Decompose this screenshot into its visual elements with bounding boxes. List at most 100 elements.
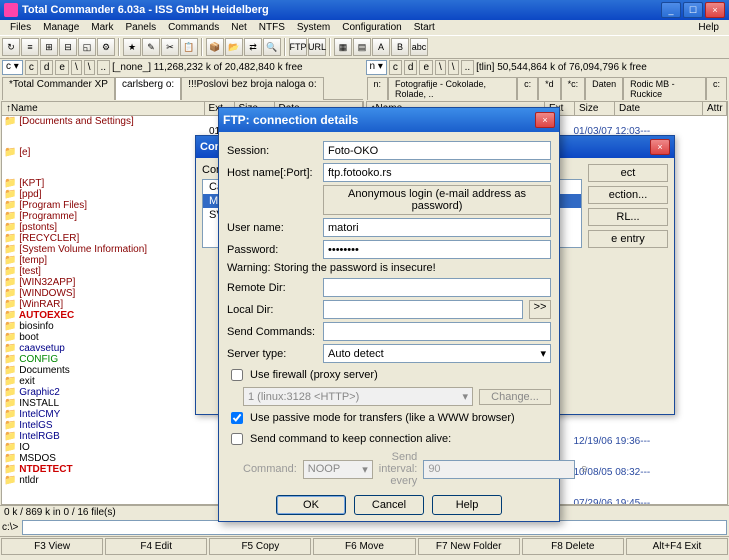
toolbar-btn[interactable]: ▦ — [334, 38, 352, 56]
menu-files[interactable]: Files — [4, 21, 37, 34]
f7-newfolder[interactable]: F7 New Folder — [418, 538, 520, 555]
col-attr[interactable]: Attr — [703, 102, 727, 115]
toolbar-btn[interactable]: ⊞ — [40, 38, 58, 56]
user-label: User name: — [227, 222, 317, 234]
toolbar-btn[interactable]: ⇄ — [244, 38, 262, 56]
drive-c[interactable]: c — [389, 60, 402, 75]
toolbar-btn[interactable]: ↻ — [2, 38, 20, 56]
minimize-button[interactable]: _ — [661, 2, 681, 18]
root-btn[interactable]: \ — [84, 60, 95, 75]
interval-input — [423, 460, 575, 479]
drive-e[interactable]: e — [419, 60, 433, 75]
toolbar-btn[interactable]: 🔍 — [263, 38, 281, 56]
ftp-close-button[interactable]: × — [535, 112, 555, 128]
help-button[interactable]: Help — [432, 495, 502, 515]
firewall-select: 1 (linux:3128 <HTTP>)▾ — [243, 387, 473, 406]
panel-tab[interactable]: c: — [517, 77, 538, 100]
password-input[interactable] — [323, 240, 551, 259]
drive-net[interactable]: \ — [435, 60, 446, 75]
menu-net[interactable]: Net — [225, 21, 253, 34]
connect-button-rl[interactable]: RL... — [588, 208, 668, 226]
browse-localdir-button[interactable]: >> — [529, 300, 551, 319]
panel-tab[interactable]: *Total Commander XP — [2, 77, 115, 100]
root-btn[interactable]: \ — [448, 60, 459, 75]
f3-view[interactable]: F3 View — [1, 538, 103, 555]
f5-copy[interactable]: F5 Copy — [209, 538, 311, 555]
menu-ntfs[interactable]: NTFS — [253, 21, 291, 34]
drive-d[interactable]: d — [40, 60, 54, 75]
ok-button[interactable]: OK — [276, 495, 346, 515]
toolbar-btn[interactable]: abc — [410, 38, 428, 56]
connect-button-ection[interactable]: ection... — [588, 186, 668, 204]
menu-help[interactable]: Help — [692, 21, 725, 34]
keepalive-command-label: Command: — [243, 463, 297, 475]
local-dir-input[interactable] — [323, 300, 523, 319]
user-input[interactable] — [323, 218, 551, 237]
connect-button-entry[interactable]: e entry — [588, 230, 668, 248]
toolbar-btn[interactable]: ⊟ — [59, 38, 77, 56]
menu-manage[interactable]: Manage — [37, 21, 85, 34]
panel-tab[interactable]: *c: — [561, 77, 586, 100]
toolbar-btn[interactable]: ✎ — [142, 38, 160, 56]
keepalive-checkbox[interactable] — [231, 433, 243, 445]
panel-tab[interactable]: !!!Poslovi bez broja naloga o: — [181, 77, 323, 100]
connect-close-button[interactable]: × — [650, 139, 670, 155]
parent-btn[interactable]: .. — [97, 60, 111, 75]
menu-commands[interactable]: Commands — [162, 21, 225, 34]
col-name[interactable]: ↑Name — [2, 102, 205, 115]
col-date[interactable]: Date — [615, 102, 703, 115]
remote-dir-input[interactable] — [323, 278, 551, 297]
send-commands-input[interactable] — [323, 322, 551, 341]
f6-move[interactable]: F6 Move — [313, 538, 415, 555]
toolbar-btn[interactable]: ▤ — [353, 38, 371, 56]
toolbar-btn[interactable]: FTP — [289, 38, 307, 56]
firewall-checkbox[interactable] — [231, 369, 243, 381]
connect-button-ect[interactable]: ect — [588, 164, 668, 182]
toolbar-btn[interactable]: 📂 — [225, 38, 243, 56]
panel-tab[interactable]: n: — [367, 77, 389, 100]
toolbar-btn[interactable]: ≡ — [21, 38, 39, 56]
panel-tab[interactable]: Daten — [585, 77, 623, 100]
session-input[interactable] — [323, 141, 551, 160]
f4-edit[interactable]: F4 Edit — [105, 538, 207, 555]
altf4-exit[interactable]: Alt+F4 Exit — [626, 538, 728, 555]
right-tabs: n:Fotografije - Cokolade, Rolade, ..c:*d… — [365, 76, 729, 101]
menu-mark[interactable]: Mark — [85, 21, 119, 34]
drive-e[interactable]: e — [55, 60, 69, 75]
panel-tab[interactable]: Fotografije - Cokolade, Rolade, .. — [388, 77, 517, 100]
toolbar-btn[interactable]: ✂ — [161, 38, 179, 56]
menu-system[interactable]: System — [291, 21, 336, 34]
host-input[interactable] — [323, 163, 551, 182]
f8-delete[interactable]: F8 Delete — [522, 538, 624, 555]
panel-tab[interactable]: *d — [538, 77, 561, 100]
right-drive-select[interactable]: n ▾ — [366, 60, 387, 75]
toolbar-btn[interactable]: ◱ — [78, 38, 96, 56]
menu-config[interactable]: Configuration — [336, 21, 407, 34]
panel-tab[interactable]: carlsberg o: — [115, 77, 181, 100]
panel-tab[interactable]: Rodic MB - Ruckice — [623, 77, 706, 100]
toolbar-btn[interactable]: 📦 — [206, 38, 224, 56]
menubar: Files Manage Mark Panels Commands Net NT… — [0, 20, 729, 35]
toolbar-btn[interactable]: 📋 — [180, 38, 198, 56]
close-button[interactable]: × — [705, 2, 725, 18]
drive-c[interactable]: c — [25, 60, 38, 75]
drive-net[interactable]: \ — [71, 60, 82, 75]
maximize-button[interactable]: ☐ — [683, 2, 703, 18]
toolbar-btn[interactable]: ⚙ — [97, 38, 115, 56]
menu-start[interactable]: Start — [408, 21, 441, 34]
left-drive-select[interactable]: c ▾ — [2, 60, 23, 75]
menu-panels[interactable]: Panels — [120, 21, 163, 34]
parent-btn[interactable]: .. — [461, 60, 475, 75]
toolbar-btn[interactable]: A — [372, 38, 390, 56]
toolbar-btn[interactable]: ★ — [123, 38, 141, 56]
server-type-select[interactable]: Auto detect▾ — [323, 344, 551, 363]
panel-tab[interactable]: c: — [706, 77, 727, 100]
passive-checkbox[interactable] — [231, 412, 243, 424]
toolbar-btn[interactable]: B — [391, 38, 409, 56]
anonymous-login-button[interactable]: Anonymous login (e-mail address as passw… — [323, 185, 551, 215]
cancel-button[interactable]: Cancel — [354, 495, 424, 515]
col-size[interactable]: Size — [575, 102, 615, 115]
drive-d[interactable]: d — [404, 60, 418, 75]
command-input[interactable] — [22, 520, 727, 535]
toolbar-btn[interactable]: URL — [308, 38, 326, 56]
